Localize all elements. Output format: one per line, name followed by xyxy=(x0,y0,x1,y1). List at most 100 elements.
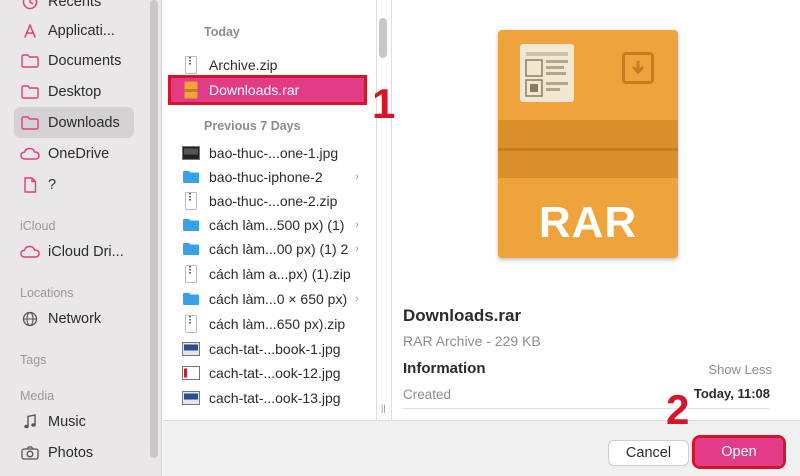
image-file-icon xyxy=(181,363,201,383)
preview-pane: RAR Downloads.rar RAR Archive - 229 KB I… xyxy=(392,0,800,420)
sidebar-item-label: Desktop xyxy=(48,83,102,100)
file-row[interactable]: cách làm...650 px).zip xyxy=(171,312,364,336)
camera-icon xyxy=(20,443,40,463)
globe-icon xyxy=(20,309,40,329)
file-name: bao-thuc-...one-1.jpg xyxy=(209,145,339,161)
sidebar-item-unknown[interactable]: ? xyxy=(14,169,134,200)
sidebar-section-media: Media xyxy=(20,389,55,403)
created-value: Today, 11:08 xyxy=(693,386,770,401)
file-list-scrollbar[interactable] xyxy=(379,18,387,58)
sidebar-item-label: Recents xyxy=(48,0,102,10)
file-name: Downloads.rar xyxy=(209,82,300,98)
archive-label-icon xyxy=(520,44,574,102)
folder-icon xyxy=(181,215,201,235)
archive-band-line xyxy=(498,148,678,151)
sidebar-item-music[interactable]: Music xyxy=(14,406,134,437)
chevron-right-icon: › xyxy=(355,293,359,305)
file-name: cach-tat-...ook-12.jpg xyxy=(209,365,341,381)
sidebar-item-label: iCloud Dri... xyxy=(48,243,124,260)
document-icon xyxy=(20,175,40,195)
file-row[interactable]: cach-tat-...ook-13.jpg xyxy=(171,386,364,410)
sidebar-item-documents[interactable]: Documents xyxy=(14,45,134,76)
file-name: cach-tat-...ook-13.jpg xyxy=(209,390,341,406)
cloud-icon xyxy=(20,242,40,262)
file-row-selected[interactable]: Downloads.rar xyxy=(168,75,367,105)
column-divider xyxy=(376,0,377,420)
file-row[interactable]: cách làm a...px) (1).zip xyxy=(171,262,364,286)
file-row[interactable]: bao-thuc-iphone-2 › xyxy=(171,165,364,189)
folder-icon xyxy=(181,167,201,187)
sidebar-item-label: OneDrive xyxy=(48,145,110,162)
group-header-today: Today xyxy=(204,25,240,39)
chevron-right-icon: › xyxy=(355,243,359,255)
zip-file-icon xyxy=(181,314,201,334)
sidebar-scrollbar[interactable] xyxy=(150,0,158,458)
sidebar-item-onedrive[interactable]: OneDrive xyxy=(14,138,134,169)
rar-file-icon xyxy=(181,80,201,100)
step-annotation-2: 2 xyxy=(666,386,690,433)
created-label: Created xyxy=(403,387,452,402)
file-name: cách làm...00 px) (1) 2 xyxy=(209,241,349,257)
zip-file-icon xyxy=(181,55,201,75)
folder-icon xyxy=(20,51,40,71)
image-file-icon xyxy=(181,143,201,163)
folder-icon xyxy=(181,239,201,259)
sidebar-item-desktop[interactable]: Desktop xyxy=(14,76,134,107)
file-name: cách làm...500 px) (1) xyxy=(209,217,345,233)
sidebar-section-tags: Tags xyxy=(20,353,47,367)
sidebar-item-label: ? xyxy=(48,176,57,193)
information-heading: Information xyxy=(403,360,486,377)
file-name: cách làm a...px) (1).zip xyxy=(209,266,351,282)
info-divider xyxy=(403,408,769,409)
file-row[interactable]: cách làm...0 × 650 px) › xyxy=(171,287,364,311)
download-arrow-icon xyxy=(622,52,654,84)
sidebar-item-label: Downloads xyxy=(48,114,120,131)
sidebar-item-label: Music xyxy=(48,413,86,430)
file-name: bao-thuc-...one-2.zip xyxy=(209,193,338,209)
file-list: Today Archive.zip Downloads.rar Previous… xyxy=(163,0,376,420)
sidebar-item-label: Photos xyxy=(48,444,94,461)
sidebar-section-locations: Locations xyxy=(20,286,74,300)
cancel-button[interactable]: Cancel xyxy=(608,440,689,466)
file-row[interactable]: Archive.zip xyxy=(171,53,364,77)
rar-icon-label: RAR xyxy=(538,198,638,247)
sidebar-item-label: Network xyxy=(48,310,102,327)
file-row[interactable]: cach-tat-...book-1.jpg xyxy=(171,337,364,361)
clock-icon xyxy=(20,0,40,12)
sidebar-item-label: Documents xyxy=(48,52,122,69)
file-name: Archive.zip xyxy=(209,57,278,73)
chevron-right-icon: › xyxy=(355,171,359,183)
sidebar-item-label: Applicati... xyxy=(48,22,115,39)
preview-filename: Downloads.rar xyxy=(403,306,522,325)
applications-icon xyxy=(20,21,40,41)
sidebar-item-photos[interactable]: Photos xyxy=(14,437,134,468)
file-row[interactable]: bao-thuc-...one-1.jpg xyxy=(171,141,364,165)
sidebar-section-icloud: iCloud xyxy=(20,219,56,233)
folder-icon xyxy=(20,82,40,102)
file-name: bao-thuc-iphone-2 xyxy=(209,169,323,185)
cloud-icon xyxy=(20,144,40,164)
file-row[interactable]: cach-tat-...ook-12.jpg xyxy=(171,361,364,385)
zip-file-icon xyxy=(181,264,201,284)
open-button[interactable]: Open xyxy=(692,435,786,469)
sidebar-item-downloads[interactable]: Downloads xyxy=(14,107,134,138)
file-row[interactable]: bao-thuc-...one-2.zip xyxy=(171,189,364,213)
file-row[interactable]: cách làm...500 px) (1) › xyxy=(171,213,364,237)
file-row[interactable]: cách làm...00 px) (1) 2 › xyxy=(171,237,364,261)
sidebar: Recents Applicati... Documents Desktop D… xyxy=(0,0,162,476)
file-name: cách làm...0 × 650 px) xyxy=(209,291,348,307)
resize-handle-icon[interactable]: || xyxy=(381,403,386,413)
sidebar-item-network[interactable]: Network xyxy=(14,303,134,334)
step-annotation-1: 1 xyxy=(372,80,396,127)
show-less-link[interactable]: Show Less xyxy=(708,362,772,377)
sidebar-item-applications[interactable]: Applicati... xyxy=(14,15,134,46)
zip-file-icon xyxy=(181,191,201,211)
folder-icon xyxy=(181,289,201,309)
rar-archive-icon: RAR xyxy=(498,30,678,258)
file-name: cách làm...650 px).zip xyxy=(209,316,346,332)
image-file-icon xyxy=(181,339,201,359)
preview-subtitle: RAR Archive - 229 KB xyxy=(403,333,541,349)
sidebar-item-icloud-drive[interactable]: iCloud Dri... xyxy=(14,236,134,267)
image-file-icon xyxy=(181,388,201,408)
chevron-right-icon: › xyxy=(355,219,359,231)
